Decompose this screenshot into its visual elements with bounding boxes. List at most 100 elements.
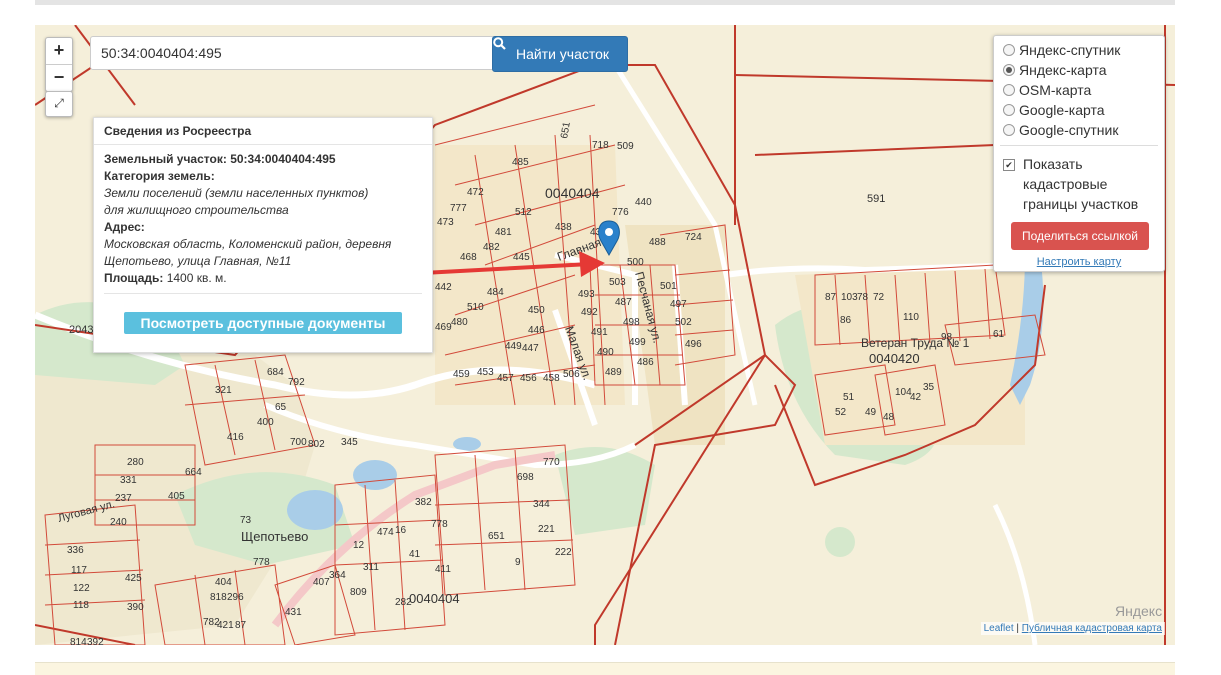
svg-text:280: 280 xyxy=(127,457,144,468)
svg-text:458: 458 xyxy=(543,373,560,384)
svg-text:777: 777 xyxy=(450,203,467,214)
label-block-east: 0040420 xyxy=(869,351,920,366)
svg-text:809: 809 xyxy=(350,587,367,598)
radio-icon[interactable] xyxy=(1003,44,1015,56)
svg-text:698: 698 xyxy=(517,472,534,483)
svg-text:468: 468 xyxy=(460,252,477,263)
pkk-link[interactable]: Публичная кадастровая карта xyxy=(1022,623,1162,634)
svg-text:493: 493 xyxy=(578,289,595,300)
svg-text:122: 122 xyxy=(73,583,90,594)
svg-text:481: 481 xyxy=(495,227,512,238)
svg-text:42: 42 xyxy=(910,392,922,403)
tune-map-link[interactable]: Настроить карту xyxy=(994,256,1164,268)
zoom-out-button[interactable]: − xyxy=(46,65,72,91)
yandex-logo: Яндекс xyxy=(1115,603,1162,619)
svg-text:453: 453 xyxy=(477,367,494,378)
svg-text:382: 382 xyxy=(415,497,432,508)
top-divider xyxy=(35,0,1175,5)
share-link-button[interactable]: Поделиться ссылкой xyxy=(1011,222,1149,250)
radio-icon[interactable] xyxy=(1003,84,1015,96)
pond xyxy=(353,460,397,490)
svg-text:407: 407 xyxy=(313,577,330,588)
svg-text:35: 35 xyxy=(923,382,935,393)
label-block-main-2: 0040404 xyxy=(409,591,460,606)
address-value-2: Щепотьево, улица Главная, №11 xyxy=(104,254,292,268)
svg-text:331: 331 xyxy=(120,475,137,486)
svg-text:482: 482 xyxy=(483,242,500,253)
label-parcel-591: 591 xyxy=(867,193,885,205)
svg-text:700: 700 xyxy=(290,437,307,448)
svg-text:499: 499 xyxy=(629,337,646,348)
svg-text:416: 416 xyxy=(227,432,244,443)
attribution-separator: | xyxy=(1013,623,1022,634)
svg-text:61: 61 xyxy=(993,329,1005,340)
svg-text:814: 814 xyxy=(70,637,87,645)
zoom-in-button[interactable]: + xyxy=(46,38,72,65)
svg-text:469: 469 xyxy=(435,322,452,333)
show-borders-toggle[interactable]: ✔ Показать кадастровые границы участков xyxy=(994,146,1164,214)
svg-text:792: 792 xyxy=(288,377,305,388)
layer-label: Google-спутник xyxy=(1019,122,1119,138)
svg-text:405: 405 xyxy=(168,491,185,502)
svg-text:110: 110 xyxy=(903,312,919,323)
leaflet-link[interactable]: Leaflet xyxy=(984,623,1014,634)
layer-option-yandex-satellite[interactable]: Яндекс-спутник xyxy=(994,40,1164,60)
layer-label: Google-карта xyxy=(1019,102,1105,118)
svg-text:485: 485 xyxy=(512,157,529,168)
cadastral-number-input[interactable] xyxy=(90,36,508,70)
svg-text:489: 489 xyxy=(605,367,622,378)
label-block-main: 0040404 xyxy=(545,185,600,201)
find-parcel-label: Найти участок xyxy=(515,46,610,62)
svg-text:51: 51 xyxy=(843,392,855,403)
radio-icon[interactable] xyxy=(1003,104,1015,116)
svg-text:311: 311 xyxy=(363,562,379,573)
svg-text:404: 404 xyxy=(215,577,232,588)
svg-text:456: 456 xyxy=(520,373,537,384)
parcel-info-popup: Сведения из Росреестра Земельный участок… xyxy=(93,117,433,353)
svg-text:474: 474 xyxy=(377,527,394,538)
svg-text:411: 411 xyxy=(435,564,451,575)
svg-text:472: 472 xyxy=(467,187,484,198)
fullscreen-icon: ⤢ xyxy=(54,96,64,110)
cadastral-map[interactable]: 651 718509485 777473472 512438776 440439… xyxy=(35,25,1175,645)
svg-text:344: 344 xyxy=(533,499,550,510)
svg-text:296: 296 xyxy=(227,592,244,603)
svg-text:512: 512 xyxy=(515,207,532,218)
layer-option-yandex-map[interactable]: Яндекс-карта xyxy=(994,60,1164,80)
fullscreen-button[interactable]: ⤢ xyxy=(45,91,73,117)
show-borders-label-1: Показать xyxy=(1023,156,1083,172)
svg-text:392: 392 xyxy=(87,637,104,645)
layer-label: OSM-карта xyxy=(1019,82,1092,98)
area-value: 1400 кв. м. xyxy=(166,271,227,285)
radio-selected-icon[interactable] xyxy=(1003,64,1015,76)
layer-label: Яндекс-спутник xyxy=(1019,42,1121,58)
svg-text:776: 776 xyxy=(612,207,629,218)
checkbox-checked-icon[interactable]: ✔ xyxy=(1003,159,1015,171)
svg-text:473: 473 xyxy=(437,217,454,228)
label-settlement: Ветеран Труда № 1 xyxy=(861,336,970,350)
svg-text:364: 364 xyxy=(329,570,346,581)
residential-area xyxy=(435,145,625,405)
svg-text:496: 496 xyxy=(685,339,702,350)
svg-text:651: 651 xyxy=(488,531,505,542)
svg-text:400: 400 xyxy=(257,417,274,428)
parcel-label: Земельный участок: xyxy=(104,152,227,166)
radio-icon[interactable] xyxy=(1003,124,1015,136)
svg-text:502: 502 xyxy=(675,317,692,328)
svg-text:103: 103 xyxy=(841,292,858,303)
layer-option-google-map[interactable]: Google-карта xyxy=(994,100,1164,120)
label-parcel-2043: 2043 xyxy=(69,324,93,336)
svg-text:445: 445 xyxy=(513,252,530,263)
svg-text:65: 65 xyxy=(275,402,287,413)
svg-text:78: 78 xyxy=(857,292,869,303)
svg-text:431: 431 xyxy=(285,607,302,618)
view-documents-button[interactable]: Посмотреть доступные документы xyxy=(124,312,402,334)
svg-text:72: 72 xyxy=(873,292,885,303)
svg-text:503: 503 xyxy=(609,277,626,288)
find-parcel-button[interactable]: Найти участок xyxy=(492,36,628,72)
svg-text:41: 41 xyxy=(409,549,421,560)
layer-option-osm-map[interactable]: OSM-карта xyxy=(994,80,1164,100)
layer-option-google-satellite[interactable]: Google-спутник xyxy=(994,120,1164,140)
zoom-control: + − xyxy=(45,37,73,92)
category-value-2: для жилищного строительства xyxy=(104,203,289,217)
